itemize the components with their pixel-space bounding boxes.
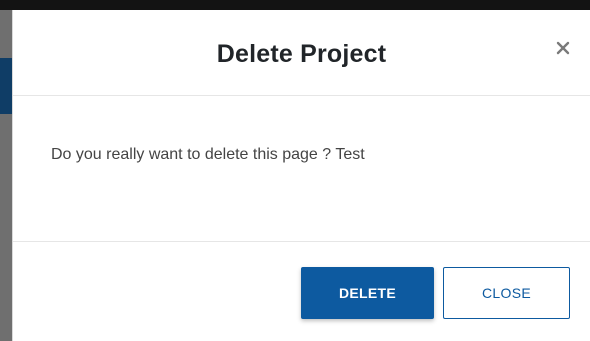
modal-backdrop-top [0, 0, 590, 10]
close-icon-glyph [556, 41, 570, 55]
dialog-body: Do you really want to delete this page ?… [13, 96, 590, 242]
dialog-title: Delete Project [216, 40, 387, 68]
close-icon[interactable] [552, 37, 574, 59]
close-button[interactable]: CLOSE [443, 267, 570, 319]
dialog-message: Do you really want to delete this page ?… [51, 146, 365, 163]
delete-project-dialog: Delete Project Do you really want to del… [12, 10, 590, 341]
background-page-accent [0, 58, 12, 114]
dialog-header: Delete Project [13, 10, 590, 96]
screen: Delete Project Do you really want to del… [0, 0, 590, 341]
delete-button[interactable]: DELETE [301, 267, 434, 319]
dialog-footer: DELETE CLOSE [13, 242, 590, 341]
